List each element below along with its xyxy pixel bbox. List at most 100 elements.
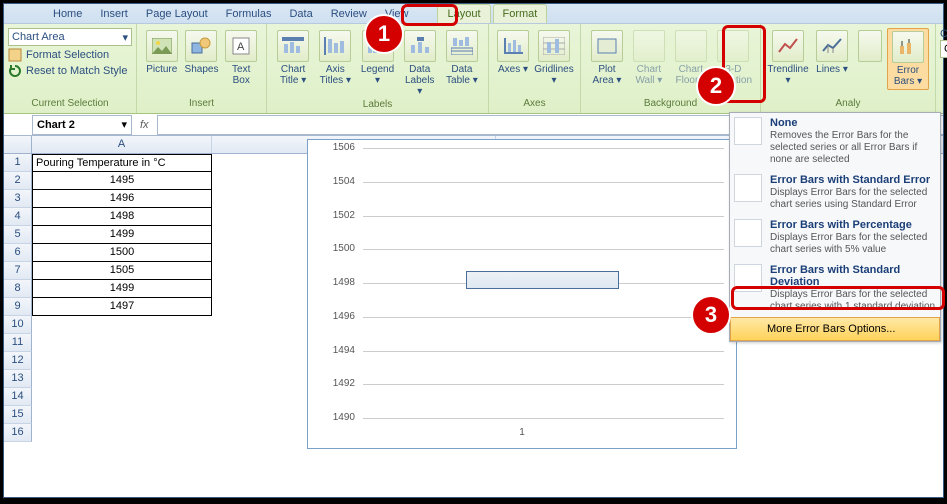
data-labels-icon bbox=[404, 30, 436, 62]
gridline bbox=[363, 384, 724, 385]
plot-area[interactable]: 149014921494149614981500150215041506 bbox=[363, 148, 724, 416]
bar-series-1[interactable] bbox=[466, 271, 619, 289]
picture-icon bbox=[146, 30, 178, 62]
textbox-icon: A bbox=[225, 30, 257, 62]
row-header-5[interactable]: 5 bbox=[4, 226, 32, 244]
error-bars-option-1[interactable]: Error Bars with Standard ErrorDisplays E… bbox=[730, 170, 940, 215]
reset-match-style-button[interactable]: Reset to Match Style bbox=[8, 64, 132, 78]
y-tick: 1490 bbox=[325, 412, 355, 423]
group-insert: Picture Shapes AText Box Insert bbox=[137, 24, 267, 113]
updown-icon bbox=[858, 30, 882, 62]
more-error-bars-options[interactable]: More Error Bars Options... bbox=[730, 317, 940, 341]
error-bars-button[interactable]: Error Bars ▾ bbox=[887, 28, 929, 90]
chart-name-label: Chart Name: bbox=[940, 28, 947, 40]
col-header-A[interactable]: A bbox=[32, 136, 212, 153]
tab-format[interactable]: Format bbox=[493, 4, 548, 23]
trendline-icon bbox=[772, 30, 804, 62]
row-header-10[interactable]: 10 bbox=[4, 316, 32, 334]
tab-home[interactable]: Home bbox=[44, 5, 91, 23]
data-table-button[interactable]: Data Table ▾ bbox=[442, 28, 482, 88]
reset-icon bbox=[8, 64, 22, 78]
gridlines-icon bbox=[538, 30, 570, 62]
svg-text:A: A bbox=[237, 41, 245, 53]
axes-button[interactable]: Axes ▾ bbox=[495, 28, 531, 77]
shapes-icon bbox=[185, 30, 217, 62]
format-selection-button[interactable]: Format Selection bbox=[8, 48, 132, 62]
row-header-1[interactable]: 1 bbox=[4, 154, 32, 172]
chart-element-combo-value: Chart Area bbox=[12, 31, 65, 43]
row-header-4[interactable]: 4 bbox=[4, 208, 32, 226]
chart-wall-icon bbox=[633, 30, 665, 62]
cell-A1[interactable]: Pouring Temperature in °C bbox=[32, 154, 212, 172]
row-header-8[interactable]: 8 bbox=[4, 280, 32, 298]
row-header-16[interactable]: 16 bbox=[4, 424, 32, 442]
error-bars-option-0[interactable]: NoneRemoves the Error Bars for the selec… bbox=[730, 113, 940, 170]
group-label-axes: Axes bbox=[495, 98, 574, 109]
data-table-icon bbox=[446, 30, 478, 62]
gridline bbox=[363, 182, 724, 183]
lines-button[interactable]: Lines ▾ bbox=[811, 28, 853, 77]
group-analysis: Trendline ▾ Lines ▾ Error Bars ▾ Analy bbox=[761, 24, 936, 113]
row-header-7[interactable]: 7 bbox=[4, 262, 32, 280]
updown-bars-button[interactable] bbox=[855, 28, 885, 64]
picture-button[interactable]: Picture bbox=[143, 28, 181, 77]
cell-A5[interactable]: 1499 bbox=[32, 226, 212, 244]
plot-area-button[interactable]: Plot Area ▾ bbox=[587, 28, 627, 88]
text-box-button[interactable]: AText Box bbox=[222, 28, 260, 88]
chart-title-icon bbox=[277, 30, 309, 62]
trendline-button[interactable]: Trendline ▾ bbox=[767, 28, 809, 88]
chevron-down-icon: ▾ bbox=[121, 118, 127, 131]
row-header-6[interactable]: 6 bbox=[4, 244, 32, 262]
shapes-button[interactable]: Shapes bbox=[183, 28, 221, 77]
cell-A6[interactable]: 1500 bbox=[32, 244, 212, 262]
embedded-chart[interactable]: 149014921494149614981500150215041506 1 bbox=[307, 139, 737, 449]
group-label-analysis: Analy bbox=[767, 98, 929, 109]
y-tick: 1506 bbox=[325, 142, 355, 153]
chevron-down-icon: ▾ bbox=[122, 31, 128, 44]
cell-A8[interactable]: 1499 bbox=[32, 280, 212, 298]
row-header-9[interactable]: 9 bbox=[4, 298, 32, 316]
callout-1: 1 bbox=[364, 14, 404, 54]
cell-A2[interactable]: 1495 bbox=[32, 172, 212, 190]
tab-insert[interactable]: Insert bbox=[91, 5, 137, 23]
row-header-14[interactable]: 14 bbox=[4, 388, 32, 406]
error-bars-option-2[interactable]: Error Bars with PercentageDisplays Error… bbox=[730, 215, 940, 260]
axis-titles-button[interactable]: Axis Titles ▾ bbox=[315, 28, 355, 88]
callout-2: 2 bbox=[696, 66, 736, 106]
row-header-13[interactable]: 13 bbox=[4, 370, 32, 388]
y-tick: 1504 bbox=[325, 176, 355, 187]
gridline bbox=[363, 148, 724, 149]
fx-icon[interactable]: fx bbox=[140, 119, 149, 131]
tab-data[interactable]: Data bbox=[280, 5, 321, 23]
chart-title-button[interactable]: Chart Title ▾ bbox=[273, 28, 313, 88]
error-bars-icon bbox=[892, 31, 924, 63]
tab-formulas[interactable]: Formulas bbox=[217, 5, 281, 23]
ribbon-tabs: Home Insert Page Layout Formulas Data Re… bbox=[4, 4, 943, 24]
row-header-11[interactable]: 11 bbox=[4, 334, 32, 352]
chart-element-combo[interactable]: Chart Area ▾ bbox=[8, 28, 132, 46]
data-labels-button[interactable]: Data Labels ▾ bbox=[400, 28, 440, 99]
excel-window: Home Insert Page Layout Formulas Data Re… bbox=[3, 3, 944, 498]
group-axes: Axes ▾ Gridlines ▾ Axes bbox=[489, 24, 581, 113]
error-bars-option-icon bbox=[734, 219, 762, 247]
chart-name-input[interactable] bbox=[940, 40, 947, 58]
row-header-12[interactable]: 12 bbox=[4, 352, 32, 370]
cell-A4[interactable]: 1498 bbox=[32, 208, 212, 226]
name-box[interactable]: Chart 2 ▾ bbox=[32, 115, 132, 135]
select-all-corner[interactable] bbox=[4, 136, 32, 153]
gridline bbox=[363, 317, 724, 318]
cell-A9[interactable]: 1497 bbox=[32, 298, 212, 316]
cell-A7[interactable]: 1505 bbox=[32, 262, 212, 280]
y-tick: 1492 bbox=[325, 378, 355, 389]
error-bars-option-icon bbox=[734, 174, 762, 202]
y-tick: 1496 bbox=[325, 311, 355, 322]
row-header-15[interactable]: 15 bbox=[4, 406, 32, 424]
chart-floor-icon bbox=[675, 30, 707, 62]
lines-icon bbox=[816, 30, 848, 62]
chart-wall-button: Chart Wall ▾ bbox=[629, 28, 669, 88]
row-header-3[interactable]: 3 bbox=[4, 190, 32, 208]
gridlines-button[interactable]: Gridlines ▾ bbox=[533, 28, 575, 88]
cell-A3[interactable]: 1496 bbox=[32, 190, 212, 208]
tab-page-layout[interactable]: Page Layout bbox=[137, 5, 217, 23]
row-header-2[interactable]: 2 bbox=[4, 172, 32, 190]
